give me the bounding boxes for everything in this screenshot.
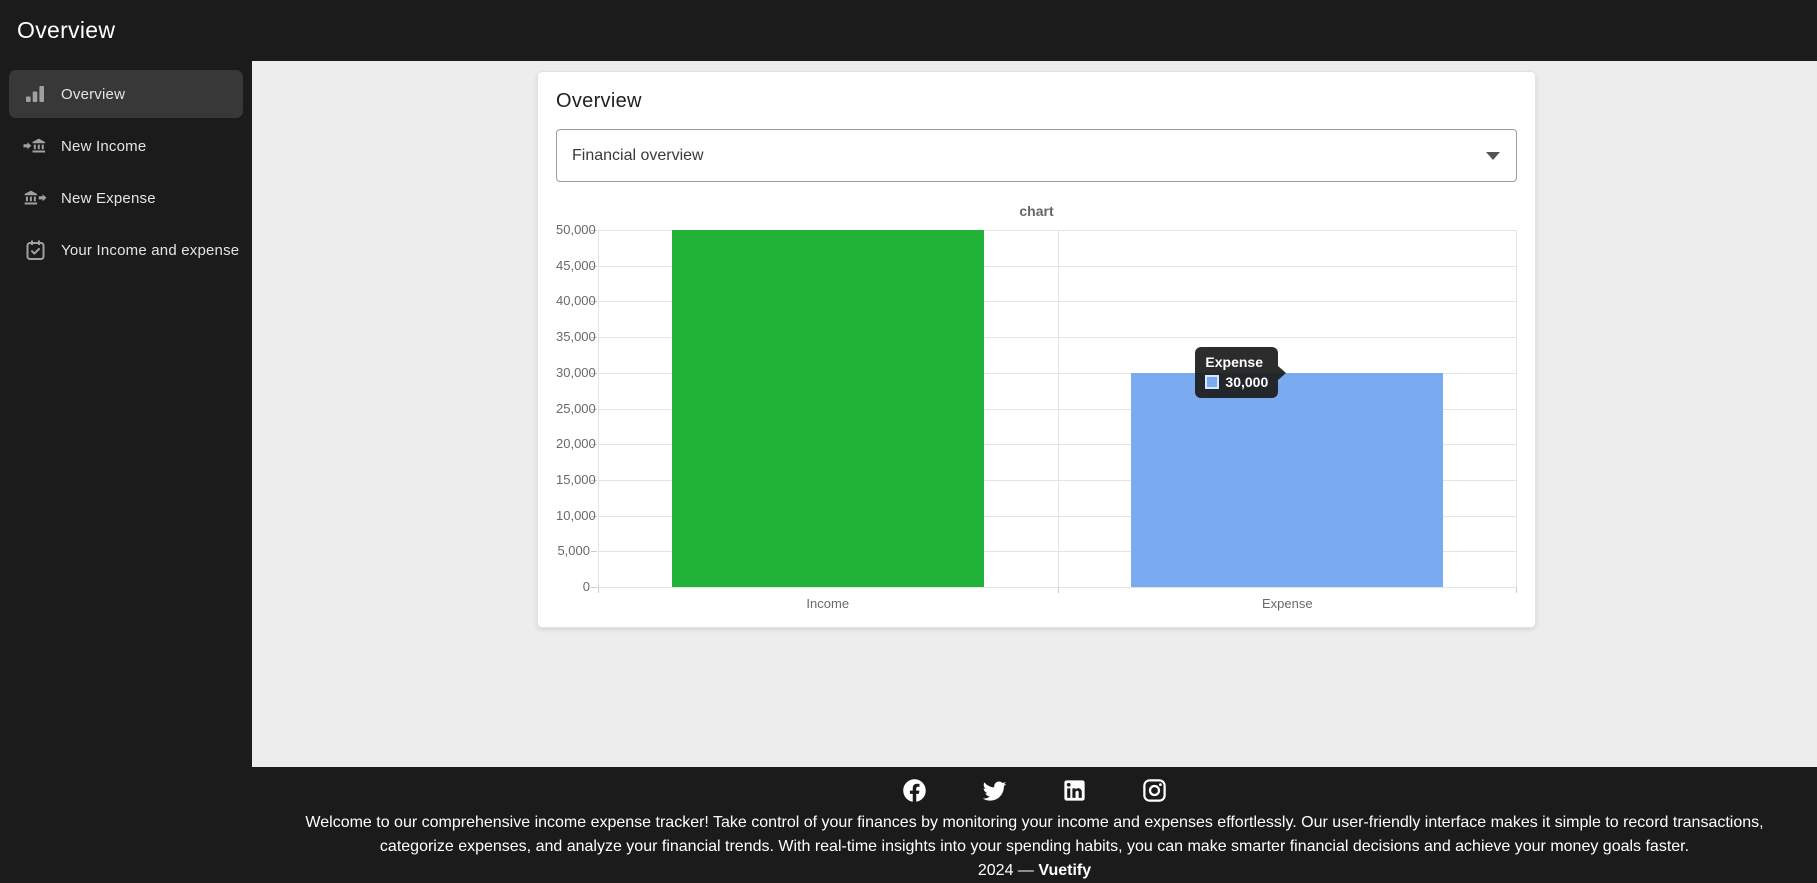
copyright-separator: — (1018, 862, 1034, 879)
y-tick-label: 40,000 (556, 293, 590, 309)
chart-plot-area: Expense 30,000 (598, 230, 1517, 587)
chart-tooltip: Expense 30,000 (1195, 347, 1278, 398)
calendar-check-icon (23, 238, 47, 262)
main-content: Overview Financial overview chart Expens… (252, 61, 1817, 767)
sidebar-item-label: New Expense (61, 190, 156, 207)
y-axis-tick (591, 551, 597, 552)
y-tick-label: 5,000 (556, 543, 590, 559)
x-tick-label: Expense (1237, 596, 1337, 611)
bar-chart: chart Expense 30,000 0 5,000 10,000 15,000 2… (556, 199, 1517, 619)
y-tick-label: 30,000 (556, 365, 590, 381)
sidebar-item-overview[interactable]: Overview (9, 70, 243, 118)
overview-card: Overview Financial overview chart Expens… (537, 71, 1536, 628)
page-title: Overview (17, 17, 115, 44)
tooltip-title: Expense (1205, 354, 1268, 370)
sidebar-item-new-income[interactable]: New Income (9, 122, 243, 170)
chart-title: chart (556, 203, 1517, 219)
x-axis-tick (1516, 587, 1517, 593)
brand-name: Vuetify (1038, 862, 1091, 879)
select-value: Financial overview (572, 147, 704, 165)
y-tick-label: 45,000 (556, 258, 590, 274)
x-axis-tick (1058, 587, 1059, 593)
social-links (252, 777, 1817, 804)
sidebar-item-label: New Income (61, 138, 146, 155)
y-tick-label: 10,000 (556, 508, 590, 524)
chevron-down-icon (1486, 152, 1500, 160)
v-gridline (1058, 230, 1059, 587)
tooltip-value: 30,000 (1225, 374, 1268, 390)
v-gridline (1516, 230, 1517, 587)
tooltip-caret (1278, 366, 1286, 380)
x-axis-tick (598, 587, 599, 593)
bar-income[interactable] (672, 230, 984, 587)
bar-expense[interactable] (1131, 373, 1443, 587)
footer: Welcome to our comprehensive income expe… (0, 767, 1817, 881)
sidebar-item-label: Overview (61, 86, 125, 103)
y-tick-label: 20,000 (556, 436, 590, 452)
sidebar-item-your-income-and-expense[interactable]: Your Income and expense (9, 226, 243, 274)
v-gridline (598, 230, 599, 587)
bank-transfer-in-icon (23, 134, 47, 158)
y-tick-label: 50,000 (556, 222, 590, 238)
twitter-icon[interactable] (981, 777, 1008, 804)
sidebar: Overview New Income New Expense (0, 61, 252, 767)
y-axis-tick (591, 587, 597, 588)
instagram-icon[interactable] (1141, 777, 1168, 804)
bank-transfer-out-icon (23, 186, 47, 210)
y-tick-label: 15,000 (556, 472, 590, 488)
tooltip-color-swatch (1205, 375, 1219, 389)
facebook-icon[interactable] (901, 777, 928, 804)
y-tick-label: 0 (556, 579, 590, 595)
app-bar: Overview (0, 0, 1817, 61)
footer-copyright: 2024 — Vuetify (252, 859, 1817, 883)
x-tick-label: Income (778, 596, 878, 611)
sidebar-item-new-expense[interactable]: New Expense (9, 174, 243, 222)
bar-chart-icon (23, 82, 47, 106)
sidebar-item-label: Your Income and expense (61, 242, 239, 259)
card-title: Overview (556, 89, 1517, 113)
footer-about-text: Welcome to our comprehensive income expe… (280, 811, 1789, 859)
financial-overview-select[interactable]: Financial overview (556, 129, 1517, 182)
y-tick-label: 35,000 (556, 329, 590, 345)
y-tick-label: 25,000 (556, 401, 590, 417)
linkedin-icon[interactable] (1061, 777, 1088, 804)
copyright-year: 2024 (978, 862, 1014, 879)
